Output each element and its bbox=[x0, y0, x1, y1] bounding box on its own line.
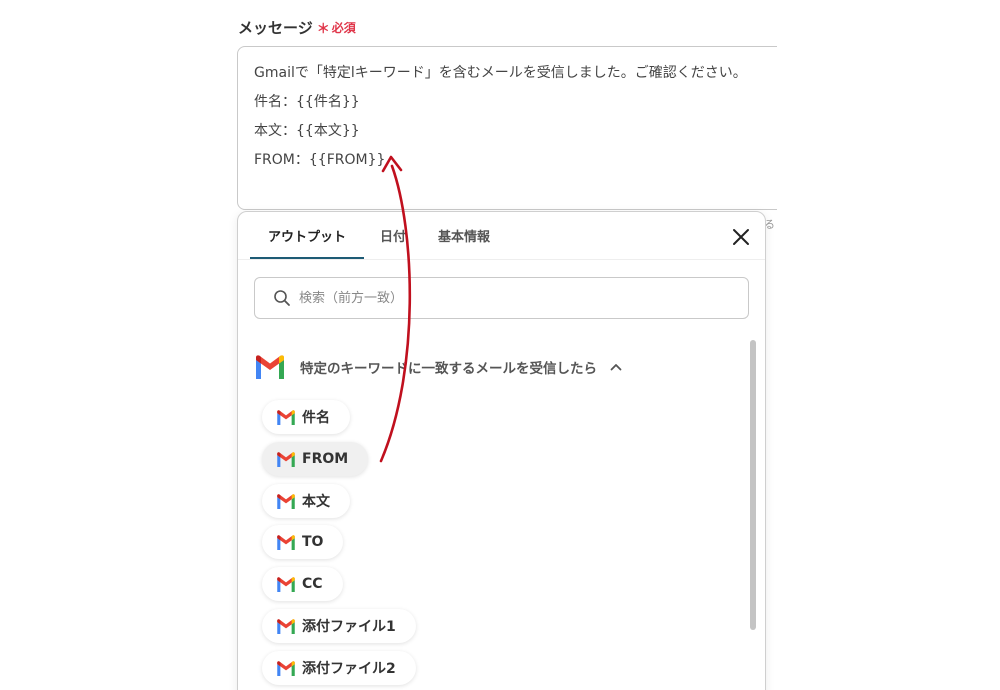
gmail-icon bbox=[256, 355, 284, 379]
gmail-icon bbox=[277, 534, 295, 550]
trigger-group-header[interactable]: 特定のキーワードに一致するメールを受信したら bbox=[254, 352, 623, 382]
output-item-label: TO bbox=[302, 534, 324, 550]
gmail-icon bbox=[277, 493, 295, 509]
crop-mask bbox=[777, 0, 1000, 690]
tab-output[interactable]: アウトプット bbox=[250, 212, 365, 260]
close-icon bbox=[733, 229, 749, 245]
required-text: 必須 bbox=[331, 20, 356, 35]
tab-date[interactable]: 日付 bbox=[364, 212, 422, 260]
output-item-chip[interactable]: FROM bbox=[262, 442, 369, 476]
message-line: 本文：{{本文}} bbox=[254, 123, 360, 139]
stage: メッセージ ＊ 必須 Gmailで「特定lキーワード」を含むメールを受信しました… bbox=[0, 0, 1000, 690]
gmail-icon bbox=[277, 618, 295, 634]
message-textarea[interactable]: Gmailで「特定lキーワード」を含むメールを受信しました。ご確認ください。 件… bbox=[237, 46, 797, 210]
output-item-chip[interactable]: TO bbox=[262, 525, 344, 559]
message-label-text: メッセージ bbox=[238, 18, 313, 37]
chevron-up-icon bbox=[610, 364, 622, 371]
output-item-label: CC bbox=[302, 576, 323, 592]
output-picker-panel: アウトプット 日付 基本情報 特定のキーワード bbox=[237, 211, 766, 690]
gmail-icon bbox=[277, 451, 295, 467]
output-item-chip[interactable]: 件名 bbox=[262, 400, 350, 434]
message-field-label: メッセージ ＊ 必須 bbox=[238, 14, 356, 40]
output-item-label: FROM bbox=[302, 451, 349, 467]
gmail-icon bbox=[277, 576, 295, 592]
search-field[interactable] bbox=[254, 277, 749, 319]
output-item-chip[interactable]: 本文 bbox=[262, 484, 350, 518]
scrollbar-thumb[interactable] bbox=[750, 340, 756, 630]
tab-divider bbox=[238, 259, 765, 260]
required-mark: ＊ bbox=[316, 21, 330, 37]
message-line: Gmailで「特定lキーワード」を含むメールを受信しました。ご確認ください。 bbox=[254, 65, 747, 81]
gmail-icon bbox=[277, 660, 295, 676]
tab-basic-info[interactable]: 基本情報 bbox=[422, 212, 506, 260]
search-icon bbox=[274, 290, 290, 306]
output-item-chip[interactable]: 添付ファイル2 bbox=[262, 651, 416, 685]
output-item-chip[interactable]: CC bbox=[262, 567, 343, 601]
message-line: FROM：{{FROM}} bbox=[254, 152, 386, 168]
close-button[interactable] bbox=[731, 227, 751, 247]
output-item-label: 件名 bbox=[302, 410, 330, 426]
scrollbar[interactable] bbox=[748, 336, 758, 690]
message-line: 件名：{{件名}} bbox=[254, 94, 360, 110]
output-item-label: 本文 bbox=[302, 494, 330, 510]
group-title: 特定のキーワードに一致するメールを受信したら bbox=[300, 361, 597, 377]
output-item-label: 添付ファイル2 bbox=[302, 661, 396, 677]
search-input[interactable] bbox=[297, 289, 721, 307]
output-item-label: 添付ファイル1 bbox=[302, 619, 396, 635]
panel-tabs: アウトプット 日付 基本情報 bbox=[250, 212, 506, 260]
gmail-icon bbox=[277, 409, 295, 425]
output-item-chip[interactable]: 添付ファイル1 bbox=[262, 609, 416, 643]
